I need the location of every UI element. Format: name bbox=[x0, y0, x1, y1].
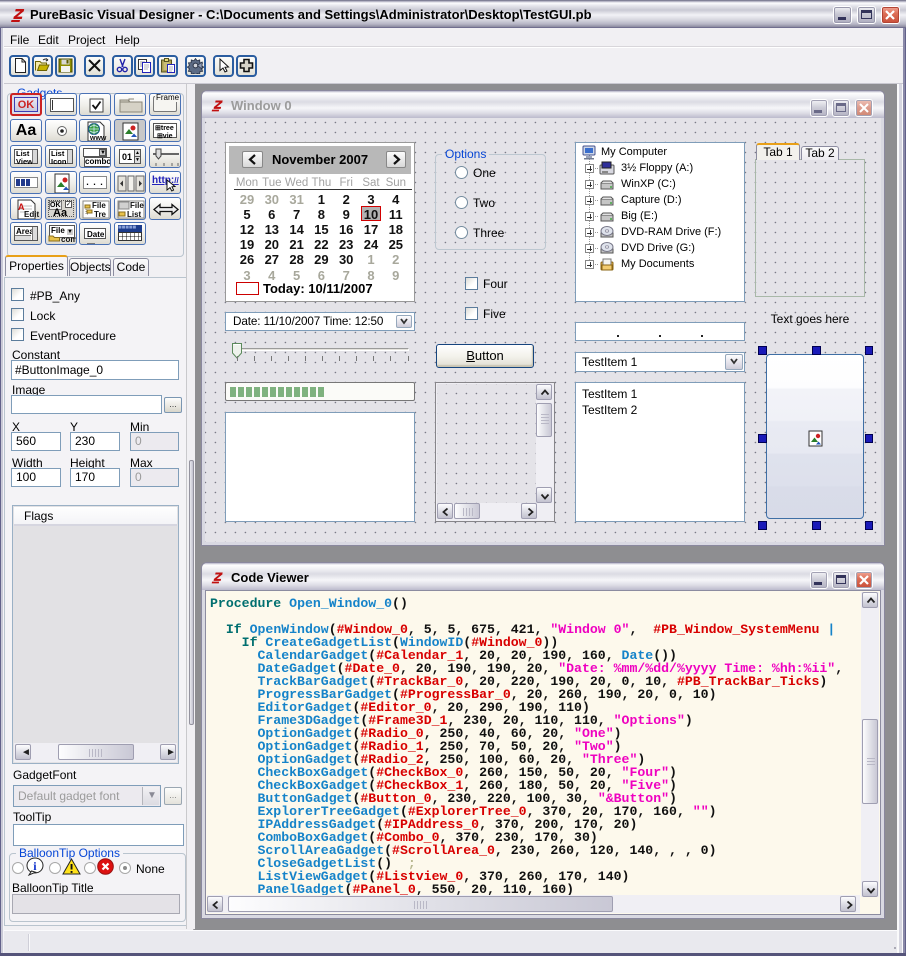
svg-text:List: List bbox=[127, 210, 142, 219]
svg-text:Tre: Tre bbox=[94, 210, 107, 219]
svg-text:File: File bbox=[92, 201, 106, 210]
svg-text:File: File bbox=[130, 201, 144, 210]
svg-text:comb: comb bbox=[61, 235, 77, 243]
svg-text:www: www bbox=[89, 135, 107, 142]
svg-text:Edit: Edit bbox=[24, 210, 39, 219]
